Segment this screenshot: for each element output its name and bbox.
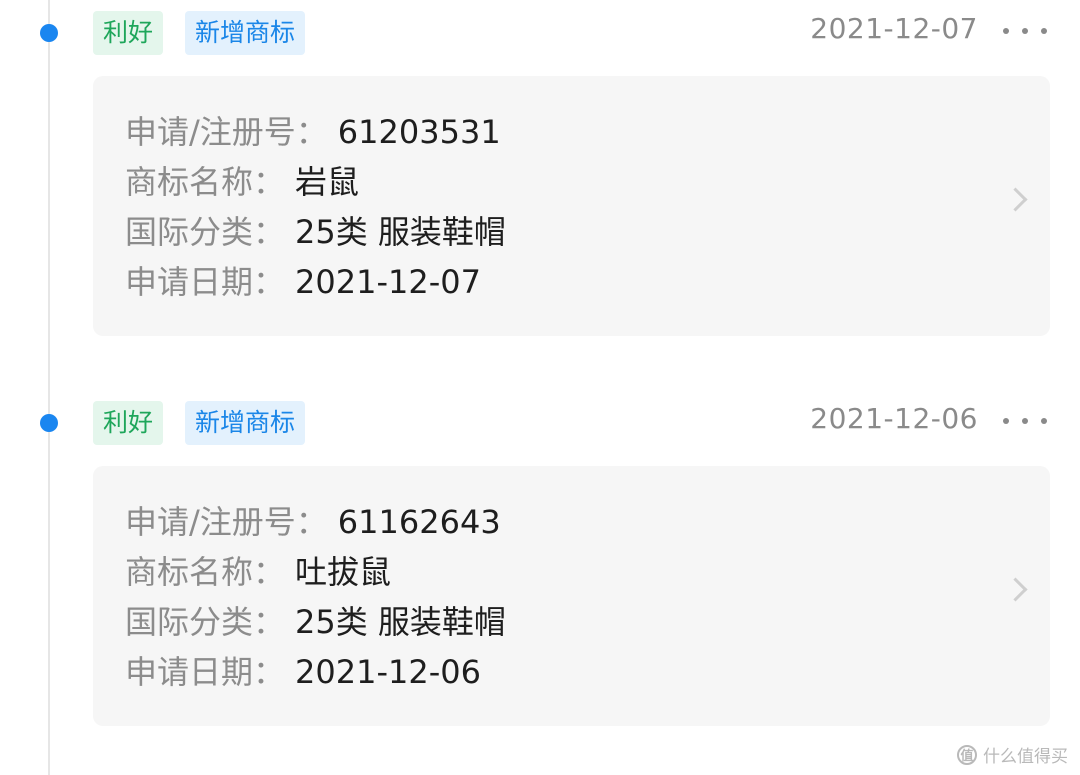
- tag-positive: 利好: [93, 11, 164, 55]
- row-label: 申请日期：: [125, 653, 286, 691]
- row-label: 商标名称：: [125, 553, 286, 591]
- row-value: 25类 服装鞋帽: [295, 213, 506, 251]
- tag-positive: 利好: [93, 401, 164, 445]
- trademark-card[interactable]: 申请/注册号： 61162643 商标名称： 吐拔鼠 国际分类： 25类 服装鞋…: [93, 466, 1050, 726]
- row-label: 国际分类：: [125, 603, 286, 641]
- registration-number-row: 申请/注册号： 61162643: [125, 502, 501, 542]
- trademark-name-row: 商标名称： 岩鼠: [125, 162, 359, 202]
- row-value: 61203531: [337, 113, 501, 151]
- more-dots-icon[interactable]: [1003, 26, 1047, 36]
- watermark-text: 什么值得买: [983, 747, 1068, 767]
- application-date-row: 申请日期： 2021-12-07: [125, 262, 481, 302]
- row-value: 25类 服装鞋帽: [295, 603, 506, 641]
- trademark-card[interactable]: 申请/注册号： 61203531 商标名称： 岩鼠 国际分类： 25类 服装鞋帽…: [93, 76, 1050, 336]
- row-label: 国际分类：: [125, 213, 286, 251]
- row-label: 申请日期：: [125, 263, 286, 301]
- tag-new-trademark: 新增商标: [185, 401, 306, 445]
- row-value: 2021-12-07: [295, 263, 481, 301]
- international-class-row: 国际分类： 25类 服装鞋帽: [125, 602, 506, 642]
- row-value: 岩鼠: [295, 163, 360, 201]
- row-value: 61162643: [337, 503, 501, 541]
- tag-new-trademark: 新增商标: [185, 11, 306, 55]
- row-label: 商标名称：: [125, 163, 286, 201]
- timeline-line: [48, 0, 50, 775]
- timeline-dot-icon: [40, 24, 58, 42]
- timeline-dot-icon: [40, 414, 58, 432]
- more-dots-icon[interactable]: [1003, 416, 1047, 426]
- entry-date: 2021-12-07: [810, 12, 978, 45]
- row-value: 2021-12-06: [295, 653, 481, 691]
- registration-number-row: 申请/注册号： 61203531: [125, 112, 501, 152]
- application-date-row: 申请日期： 2021-12-06: [125, 652, 481, 692]
- chevron-right-icon: [1003, 577, 1028, 602]
- row-label: 申请/注册号：: [125, 503, 328, 541]
- watermark-logo-icon: 值: [957, 744, 977, 765]
- row-value: 吐拔鼠: [295, 553, 392, 591]
- watermark: 值 什么值得买: [957, 742, 1068, 767]
- entry-date: 2021-12-06: [810, 402, 978, 435]
- chevron-right-icon: [1003, 187, 1028, 212]
- row-label: 申请/注册号：: [125, 113, 328, 151]
- international-class-row: 国际分类： 25类 服装鞋帽: [125, 212, 506, 252]
- trademark-name-row: 商标名称： 吐拔鼠: [125, 552, 391, 592]
